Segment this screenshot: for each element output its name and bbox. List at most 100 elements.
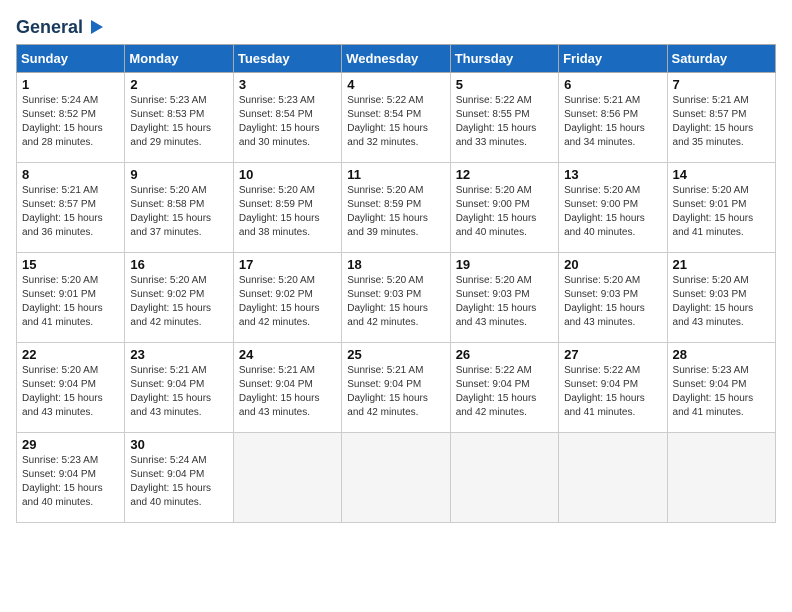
day-info: Sunrise: 5:20 AM Sunset: 9:03 PM Dayligh… [564,274,661,330]
day-info: Sunrise: 5:23 AM Sunset: 8:54 PM Dayligh… [239,94,336,150]
weekday-header-friday: Friday [559,45,667,73]
day-info: Sunrise: 5:20 AM Sunset: 8:58 PM Dayligh… [130,184,227,240]
calendar-cell [342,433,450,523]
day-info: Sunrise: 5:24 AM Sunset: 9:04 PM Dayligh… [130,454,227,510]
calendar-cell [233,433,341,523]
day-number: 28 [673,347,770,362]
day-info: Sunrise: 5:20 AM Sunset: 8:59 PM Dayligh… [239,184,336,240]
day-info: Sunrise: 5:21 AM Sunset: 8:57 PM Dayligh… [22,184,119,240]
day-number: 23 [130,347,227,362]
day-number: 20 [564,257,661,272]
calendar-cell: 19 Sunrise: 5:20 AM Sunset: 9:03 PM Dayl… [450,253,558,343]
calendar-cell: 3 Sunrise: 5:23 AM Sunset: 8:54 PM Dayli… [233,73,341,163]
weekday-header-wednesday: Wednesday [342,45,450,73]
day-number: 14 [673,167,770,182]
day-number: 30 [130,437,227,452]
day-number: 19 [456,257,553,272]
calendar-cell: 23 Sunrise: 5:21 AM Sunset: 9:04 PM Dayl… [125,343,233,433]
day-number: 15 [22,257,119,272]
calendar-cell [559,433,667,523]
calendar-cell: 26 Sunrise: 5:22 AM Sunset: 9:04 PM Dayl… [450,343,558,433]
calendar-cell: 29 Sunrise: 5:23 AM Sunset: 9:04 PM Dayl… [17,433,125,523]
calendar-cell: 9 Sunrise: 5:20 AM Sunset: 8:58 PM Dayli… [125,163,233,253]
calendar-cell: 15 Sunrise: 5:20 AM Sunset: 9:01 PM Dayl… [17,253,125,343]
day-number: 12 [456,167,553,182]
day-info: Sunrise: 5:21 AM Sunset: 8:56 PM Dayligh… [564,94,661,150]
day-info: Sunrise: 5:22 AM Sunset: 9:04 PM Dayligh… [456,364,553,420]
day-info: Sunrise: 5:21 AM Sunset: 9:04 PM Dayligh… [239,364,336,420]
calendar-cell: 12 Sunrise: 5:20 AM Sunset: 9:00 PM Dayl… [450,163,558,253]
calendar-cell: 25 Sunrise: 5:21 AM Sunset: 9:04 PM Dayl… [342,343,450,433]
calendar-week-1: 1 Sunrise: 5:24 AM Sunset: 8:52 PM Dayli… [17,73,776,163]
day-info: Sunrise: 5:22 AM Sunset: 8:55 PM Dayligh… [456,94,553,150]
day-number: 21 [673,257,770,272]
weekday-header-tuesday: Tuesday [233,45,341,73]
day-number: 17 [239,257,336,272]
calendar-week-4: 22 Sunrise: 5:20 AM Sunset: 9:04 PM Dayl… [17,343,776,433]
calendar-cell [667,433,775,523]
calendar-cell: 7 Sunrise: 5:21 AM Sunset: 8:57 PM Dayli… [667,73,775,163]
calendar-cell: 21 Sunrise: 5:20 AM Sunset: 9:03 PM Dayl… [667,253,775,343]
day-number: 5 [456,77,553,92]
day-number: 22 [22,347,119,362]
calendar-cell: 17 Sunrise: 5:20 AM Sunset: 9:02 PM Dayl… [233,253,341,343]
day-info: Sunrise: 5:20 AM Sunset: 9:01 PM Dayligh… [673,184,770,240]
calendar-cell: 22 Sunrise: 5:20 AM Sunset: 9:04 PM Dayl… [17,343,125,433]
day-number: 29 [22,437,119,452]
day-info: Sunrise: 5:20 AM Sunset: 9:03 PM Dayligh… [673,274,770,330]
day-info: Sunrise: 5:20 AM Sunset: 9:00 PM Dayligh… [564,184,661,240]
day-number: 11 [347,167,444,182]
calendar-cell: 28 Sunrise: 5:23 AM Sunset: 9:04 PM Dayl… [667,343,775,433]
calendar-cell: 24 Sunrise: 5:21 AM Sunset: 9:04 PM Dayl… [233,343,341,433]
calendar-cell: 1 Sunrise: 5:24 AM Sunset: 8:52 PM Dayli… [17,73,125,163]
day-info: Sunrise: 5:20 AM Sunset: 9:04 PM Dayligh… [22,364,119,420]
calendar-cell: 20 Sunrise: 5:20 AM Sunset: 9:03 PM Dayl… [559,253,667,343]
calendar-table: SundayMondayTuesdayWednesdayThursdayFrid… [16,44,776,523]
day-info: Sunrise: 5:22 AM Sunset: 8:54 PM Dayligh… [347,94,444,150]
calendar-cell: 5 Sunrise: 5:22 AM Sunset: 8:55 PM Dayli… [450,73,558,163]
weekday-header-thursday: Thursday [450,45,558,73]
calendar-cell: 13 Sunrise: 5:20 AM Sunset: 9:00 PM Dayl… [559,163,667,253]
logo-arrow-icon [85,16,107,38]
day-number: 27 [564,347,661,362]
calendar-cell [450,433,558,523]
day-info: Sunrise: 5:20 AM Sunset: 9:00 PM Dayligh… [456,184,553,240]
day-info: Sunrise: 5:24 AM Sunset: 8:52 PM Dayligh… [22,94,119,150]
day-info: Sunrise: 5:21 AM Sunset: 9:04 PM Dayligh… [347,364,444,420]
page-header: General [16,16,776,34]
day-number: 18 [347,257,444,272]
day-info: Sunrise: 5:20 AM Sunset: 9:02 PM Dayligh… [239,274,336,330]
logo-general: General [16,17,83,38]
day-number: 1 [22,77,119,92]
weekday-header-sunday: Sunday [17,45,125,73]
calendar-cell: 18 Sunrise: 5:20 AM Sunset: 9:03 PM Dayl… [342,253,450,343]
day-number: 16 [130,257,227,272]
day-info: Sunrise: 5:22 AM Sunset: 9:04 PM Dayligh… [564,364,661,420]
calendar-cell: 10 Sunrise: 5:20 AM Sunset: 8:59 PM Dayl… [233,163,341,253]
day-info: Sunrise: 5:20 AM Sunset: 9:03 PM Dayligh… [347,274,444,330]
day-info: Sunrise: 5:21 AM Sunset: 9:04 PM Dayligh… [130,364,227,420]
day-number: 8 [22,167,119,182]
calendar-cell: 4 Sunrise: 5:22 AM Sunset: 8:54 PM Dayli… [342,73,450,163]
day-number: 7 [673,77,770,92]
day-info: Sunrise: 5:23 AM Sunset: 9:04 PM Dayligh… [22,454,119,510]
day-number: 9 [130,167,227,182]
logo: General [16,16,107,34]
day-info: Sunrise: 5:21 AM Sunset: 8:57 PM Dayligh… [673,94,770,150]
day-number: 24 [239,347,336,362]
calendar-cell: 30 Sunrise: 5:24 AM Sunset: 9:04 PM Dayl… [125,433,233,523]
weekday-header-saturday: Saturday [667,45,775,73]
calendar-week-3: 15 Sunrise: 5:20 AM Sunset: 9:01 PM Dayl… [17,253,776,343]
day-info: Sunrise: 5:20 AM Sunset: 8:59 PM Dayligh… [347,184,444,240]
calendar-cell: 11 Sunrise: 5:20 AM Sunset: 8:59 PM Dayl… [342,163,450,253]
day-info: Sunrise: 5:20 AM Sunset: 9:03 PM Dayligh… [456,274,553,330]
calendar-cell: 2 Sunrise: 5:23 AM Sunset: 8:53 PM Dayli… [125,73,233,163]
day-info: Sunrise: 5:20 AM Sunset: 9:02 PM Dayligh… [130,274,227,330]
day-number: 25 [347,347,444,362]
day-number: 4 [347,77,444,92]
calendar-week-5: 29 Sunrise: 5:23 AM Sunset: 9:04 PM Dayl… [17,433,776,523]
calendar-cell: 14 Sunrise: 5:20 AM Sunset: 9:01 PM Dayl… [667,163,775,253]
calendar-cell: 6 Sunrise: 5:21 AM Sunset: 8:56 PM Dayli… [559,73,667,163]
day-info: Sunrise: 5:20 AM Sunset: 9:01 PM Dayligh… [22,274,119,330]
calendar-cell: 27 Sunrise: 5:22 AM Sunset: 9:04 PM Dayl… [559,343,667,433]
